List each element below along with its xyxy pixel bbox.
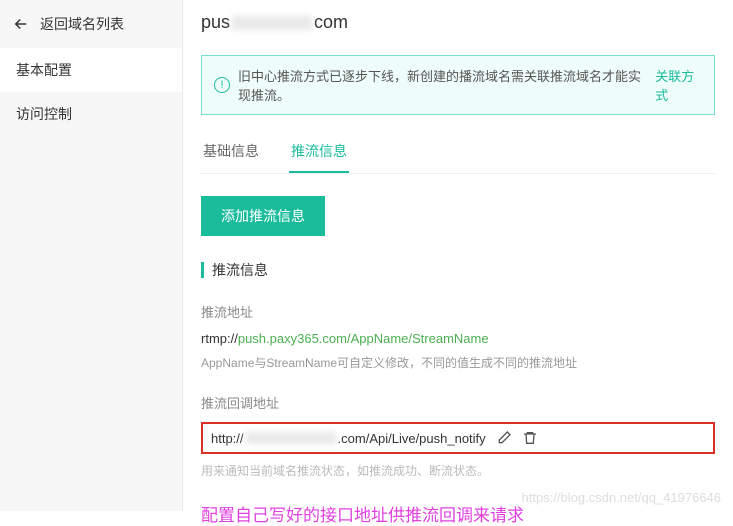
sidebar: 返回域名列表 基本配置 访问控制 xyxy=(0,0,183,511)
rtmp-proto: rtmp:// xyxy=(201,331,238,346)
tab-basic-info[interactable]: 基础信息 xyxy=(201,131,261,173)
tab-push-info[interactable]: 推流信息 xyxy=(289,131,349,173)
main-content: pus com ! 旧中心推流方式已逐步下线，新创建的播流域名需关联推流域名才能实… xyxy=(183,0,733,511)
callback-url: http://.com/Api/Live/push_notify xyxy=(211,431,486,446)
sidebar-item-basic[interactable]: 基本配置 xyxy=(0,48,182,92)
edit-icon[interactable] xyxy=(496,430,512,446)
callback-box: http://.com/Api/Live/push_notify xyxy=(201,422,715,454)
callback-label: 推流回调地址 xyxy=(201,393,715,412)
redacted-domain xyxy=(232,16,312,30)
notice-text: 旧中心推流方式已逐步下线，新创建的播流域名需关联推流域名才能实现推流。 xyxy=(238,66,647,104)
redacted-host xyxy=(246,432,336,444)
add-push-button[interactable]: 添加推流信息 xyxy=(201,196,325,236)
sidebar-item-access[interactable]: 访问控制 xyxy=(0,92,182,136)
section-title: 推流信息 xyxy=(201,260,715,280)
domain-suffix: com xyxy=(314,12,348,32)
callback-help: 用来通知当前域名推流状态，如推流成功、断流状态。 xyxy=(201,462,715,479)
push-address-value: rtmp://push.paxy365.com/AppName/StreamNa… xyxy=(201,331,715,346)
info-icon: ! xyxy=(214,77,230,93)
push-address-label: 推流地址 xyxy=(201,302,715,321)
domain-prefix: pus xyxy=(201,12,230,32)
watermark: https://blog.csdn.net/qq_41976646 xyxy=(522,490,722,505)
page-title: pus com xyxy=(201,0,715,45)
notice-link[interactable]: 关联方式 xyxy=(655,66,702,104)
push-address-help: AppName与StreamName可自定义修改，不同的值生成不同的推流地址 xyxy=(201,354,715,371)
rtmp-url: push.paxy365.com/AppName/StreamName xyxy=(238,331,489,346)
back-label: 返回域名列表 xyxy=(40,14,124,34)
tabs: 基础信息 推流信息 xyxy=(201,131,715,174)
arrow-left-icon xyxy=(12,15,30,33)
back-link[interactable]: 返回域名列表 xyxy=(0,0,182,48)
notice-banner: ! 旧中心推流方式已逐步下线，新创建的播流域名需关联推流域名才能实现推流。 关联… xyxy=(201,55,715,115)
delete-icon[interactable] xyxy=(522,430,538,446)
